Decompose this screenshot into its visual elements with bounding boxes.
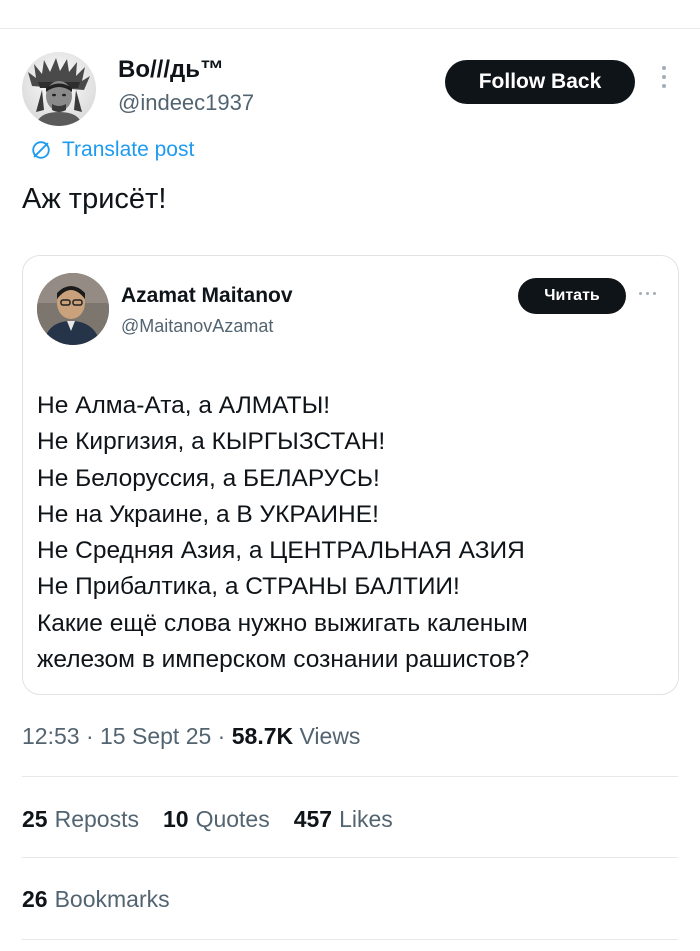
more-options-icon[interactable]	[659, 66, 669, 96]
likes-label: Likes	[339, 806, 393, 832]
quoted-text-line: Не на Украине, а В УКРАИНЕ!	[37, 500, 379, 528]
author-handle[interactable]: @indeec1937	[118, 90, 254, 116]
quotes-label: Quotes	[195, 806, 270, 832]
post-time[interactable]: 12:53	[22, 723, 80, 749]
translate-label: Translate post	[62, 138, 195, 161]
reposts-stat[interactable]: 25 Reposts	[22, 806, 139, 833]
quoted-text-line: Не Киргизия, а КЫРГЫЗСТАН!	[37, 428, 386, 456]
quoted-text-line: железом в имперском сознании рашистов?	[37, 646, 530, 674]
translate-post-link[interactable]: Translate post	[30, 138, 194, 162]
quotes-count: 10	[162, 806, 189, 832]
quoted-author-avatar[interactable]	[37, 273, 109, 345]
reposts-label: Reposts	[54, 806, 139, 832]
likes-count: 457	[293, 806, 333, 832]
person-headdress-avatar-icon	[28, 58, 90, 126]
quoted-author-handle[interactable]: @MaitanovAzamat	[121, 316, 273, 337]
meta-separator: ·	[211, 723, 232, 749]
read-button[interactable]: Читать	[518, 278, 626, 314]
reposts-count: 25	[22, 806, 48, 832]
quotes-stat[interactable]: 10 Quotes	[163, 806, 270, 833]
quoted-text-line: Не Алма-Ата, а АЛМАТЫ!	[37, 392, 331, 419]
views-count: 58.7K	[231, 723, 294, 749]
quoted-post-card[interactable]: Azamat Maitanov @MaitanovAzamat Читать Н…	[22, 255, 679, 695]
quoted-text-line: Какие ещё слова нужно выжигать каленым	[37, 609, 528, 637]
person-avatar-icon	[37, 273, 109, 345]
follow-back-button[interactable]: Follow Back	[445, 60, 635, 104]
quoted-more-options-icon[interactable]	[639, 292, 656, 295]
bookmarks-label: Bookmarks	[54, 886, 170, 912]
post-date[interactable]: 15 Sept 25	[100, 723, 211, 749]
divider	[22, 939, 678, 940]
likes-stat[interactable]: 457 Likes	[294, 806, 393, 833]
divider	[22, 857, 678, 858]
quoted-post-text: Не Алма-Ата, а АЛМАТЫ! Не Киргизия, а КЫ…	[37, 388, 667, 678]
engagement-stats: 25 Reposts 10 Quotes 457 Likes	[22, 806, 393, 833]
quoted-text-line: Не Средняя Азия, а ЦЕНТРАЛЬНАЯ АЗИЯ	[37, 537, 525, 565]
bookmarks-stat[interactable]: 26 Bookmarks	[22, 886, 170, 913]
views-label: Views	[293, 723, 361, 749]
author-avatar[interactable]	[22, 52, 96, 126]
meta-separator: ·	[79, 723, 101, 749]
bookmarks-count: 26	[22, 886, 48, 912]
translate-icon	[32, 141, 50, 159]
post-meta: 12:53 · 15 Sept 25 · 58.7K Views	[22, 723, 360, 750]
quoted-text-line: Не Прибалтика, а СТРАНЫ БАЛТИИ!	[37, 573, 460, 601]
top-divider	[0, 28, 700, 29]
quoted-text-line: Не Белоруссия, а БЕЛАРУСЬ!	[37, 464, 380, 492]
quoted-author-name[interactable]: Azamat Maitanov	[121, 284, 293, 308]
divider	[22, 776, 678, 777]
author-name[interactable]: Во///дь™	[118, 56, 224, 84]
post-text: Аж трисёт!	[22, 183, 167, 215]
